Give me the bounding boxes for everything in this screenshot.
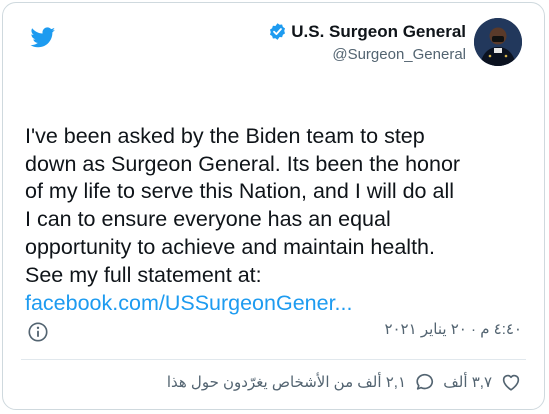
heart-icon xyxy=(502,374,520,391)
tweet-timestamp[interactable]: ٤:٤٠ م · ٢٠ يناير ٢٠٢١ xyxy=(384,320,522,338)
twitter-bird-icon[interactable] xyxy=(28,25,58,50)
divider xyxy=(21,359,526,360)
avatar-portrait-image xyxy=(474,18,522,66)
comment-icon xyxy=(416,373,434,390)
comment-count-label: ٢,١ ألف من الأشخاص يغرّدون حول هذا xyxy=(166,374,406,391)
author-names: U.S. Surgeon General @Surgeon_General xyxy=(268,22,466,63)
display-name-row: U.S. Surgeon General xyxy=(268,22,466,42)
verified-badge-icon xyxy=(270,23,286,40)
author-avatar[interactable] xyxy=(474,18,522,66)
author-display-name[interactable]: U.S. Surgeon General xyxy=(291,22,466,42)
tweet-text: I've been asked by the Biden team to ste… xyxy=(25,95,515,345)
comment-button[interactable]: ٢,١ ألف من الأشخاص يغرّدون حول هذا xyxy=(167,371,436,393)
tweet-author-header[interactable]: U.S. Surgeon General @Surgeon_General xyxy=(268,18,522,66)
info-icon[interactable] xyxy=(27,321,49,343)
tweet-actions: ٣,٧ ألف ٢,١ ألف من الأشخاص يغرّدون حول ه… xyxy=(3,371,544,397)
tweet-link[interactable]: facebook.com/USSurgeonGener... xyxy=(25,290,515,318)
author-handle[interactable]: @Surgeon_General xyxy=(332,46,466,63)
tweet-card[interactable]: U.S. Surgeon General @Surgeon_General I'… xyxy=(2,2,545,410)
tweet-body: I've been asked by the Biden team to ste… xyxy=(25,123,461,287)
like-count: ٣,٧ ألف xyxy=(443,374,492,391)
like-button[interactable]: ٣,٧ ألف xyxy=(443,371,522,393)
